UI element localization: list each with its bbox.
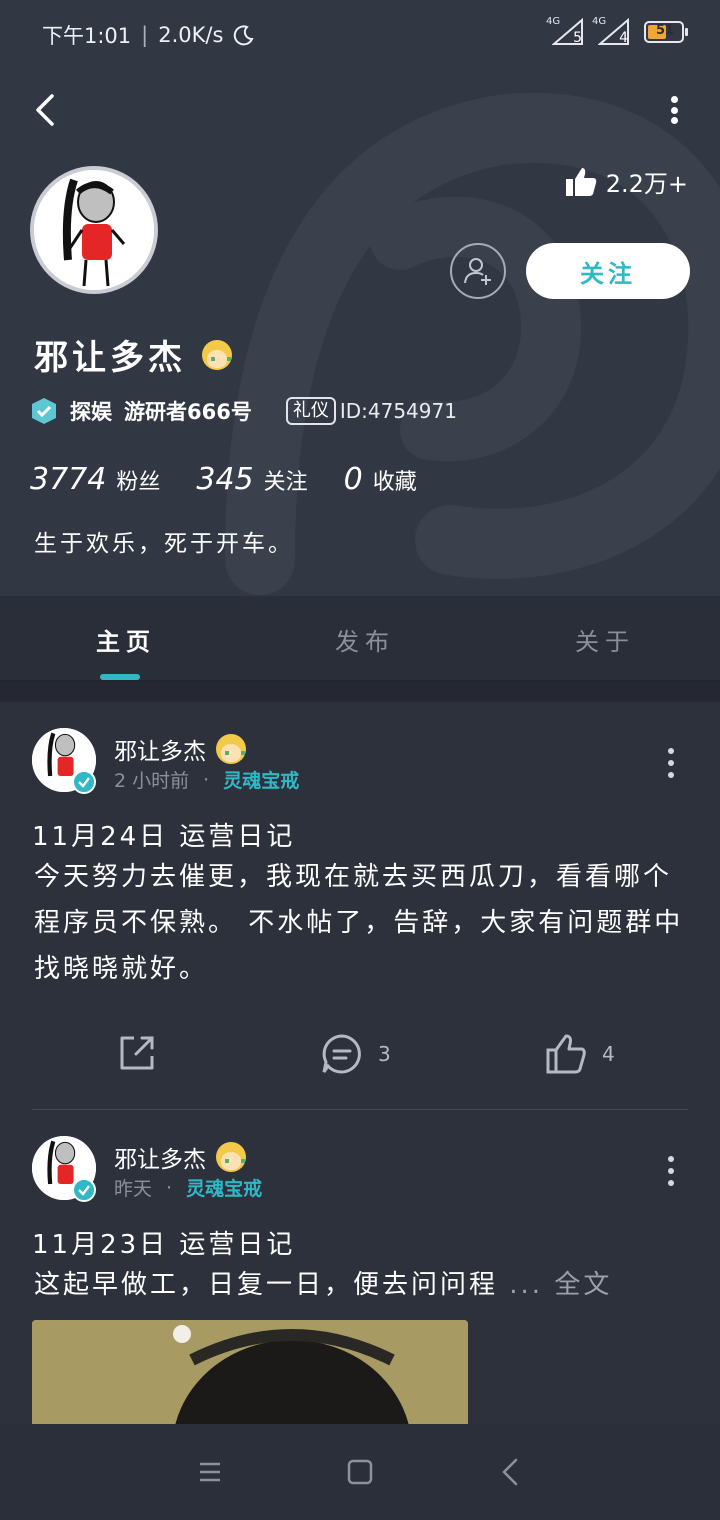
dot-icon: [670, 96, 678, 103]
followers-label[interactable]: 粉丝: [116, 464, 160, 496]
photo-thumbnail-image: [32, 1320, 468, 1424]
post-image[interactable]: [32, 1320, 468, 1424]
profile-tabs: 主页 发布 关于: [0, 596, 720, 682]
status-separator: |: [141, 23, 149, 47]
meta-separator: ·: [166, 1176, 173, 1199]
followers-count[interactable]: 3774: [30, 462, 106, 497]
system-back-button[interactable]: [494, 1454, 530, 1490]
following-count[interactable]: 345: [196, 462, 253, 497]
post-meta: 2 小时前 · 灵魂宝戒: [114, 766, 299, 793]
post-author[interactable]: 邪让多杰: [114, 1140, 206, 1174]
like-count: 4: [602, 1042, 615, 1066]
post-card[interactable]: 邪让多杰 昨天 · 灵魂宝戒 11月23日 运营日记 这起早做工，日复一日，便去…: [0, 1110, 720, 1424]
post-ring-tag[interactable]: 灵魂宝戒: [223, 766, 299, 793]
back-button[interactable]: [24, 88, 68, 132]
post-more-button[interactable]: [666, 748, 676, 778]
signal-sim2-icon: 4G 4: [592, 16, 629, 46]
signal-sim1-icon: 4G 5: [546, 16, 583, 46]
menu-button[interactable]: [192, 1454, 228, 1490]
moon-icon: [234, 25, 254, 46]
username-row: 邪让多杰: [34, 330, 232, 379]
profile-avatar[interactable]: [30, 166, 158, 294]
following-label[interactable]: 关注: [264, 464, 308, 496]
tab-home[interactable]: 主页: [96, 622, 156, 657]
post-author-row: 邪让多杰: [114, 1140, 246, 1174]
favorites-label[interactable]: 收藏: [373, 464, 417, 496]
post-feed: 邪让多杰 2 小时前 · 灵魂宝戒 11月24日 运营日记 今天努力去催更，我现…: [0, 702, 720, 1424]
chevron-left-icon: [36, 94, 54, 126]
profile-header: 下午1:01 | 2.0K/s 4G 5 4G 4 51 2.2万+ 关注 邪让…: [0, 0, 720, 596]
status-time: 下午1:01: [42, 24, 132, 48]
add-friend-button[interactable]: [450, 243, 506, 299]
watermark-logo: [225, 93, 720, 595]
character-badge-icon: [216, 1142, 246, 1172]
share-button[interactable]: [116, 1032, 158, 1074]
post-body-preview[interactable]: 这起早做工，日复一日，便去问问程 ... 全文: [34, 1262, 694, 1308]
status-net-speed: 2.0K/s: [158, 23, 224, 47]
like-button[interactable]: 4: [544, 1032, 615, 1076]
post-author[interactable]: 邪让多杰: [114, 732, 206, 766]
cert-description: 游研者666号: [124, 400, 252, 424]
favorites-count[interactable]: 0: [344, 462, 363, 497]
battery-icon: 51: [644, 21, 688, 43]
certification-row: 探娱 游研者666号 礼仪 ID:4754971: [30, 396, 457, 426]
home-square-icon: [347, 1459, 373, 1485]
post-author-row: 邪让多杰: [114, 732, 246, 766]
profile-bio: 生于欢乐，死于开车。: [34, 531, 294, 557]
status-bar: 下午1:01 | 2.0K/s 4G 5 4G 4 51: [0, 0, 720, 70]
thumbs-up-icon: [546, 1034, 586, 1074]
comment-count: 3: [378, 1042, 391, 1066]
menu-icon: [200, 1462, 220, 1482]
tab-posts[interactable]: 发布: [335, 622, 395, 657]
verified-shield-icon: [32, 398, 56, 424]
avatar-cartoon-image: [34, 170, 154, 290]
comment-icon: [322, 1034, 361, 1074]
meta-separator: ·: [203, 768, 210, 791]
add-user-icon: [464, 258, 491, 285]
stats-row: 3774 粉丝 345 关注 0 收藏: [30, 462, 443, 497]
username: 邪让多杰: [34, 338, 186, 378]
likes-count: 2.2万+: [564, 164, 688, 199]
dot-icon: [670, 106, 678, 114]
post-title: 11月23日 运营日记: [32, 1230, 296, 1260]
post-ring-tag[interactable]: 灵魂宝戒: [186, 1174, 262, 1201]
cert-title: 探娱: [70, 400, 112, 424]
user-id: ID:4754971: [339, 399, 457, 423]
post-title: 11月24日 运营日记: [32, 822, 296, 852]
character-badge-icon: [202, 339, 232, 370]
post-more-button[interactable]: [666, 1156, 676, 1186]
system-navigation-bar: [0, 1424, 720, 1520]
post-time: 昨天: [114, 1178, 153, 1200]
verified-badge-icon: [72, 1178, 96, 1202]
thumbs-up-icon: [565, 167, 596, 196]
verified-badge-icon: [72, 770, 96, 794]
comment-button[interactable]: 3: [320, 1032, 391, 1076]
character-badge-icon: [216, 734, 246, 764]
more-options-button[interactable]: [664, 92, 684, 128]
active-tab-indicator: [100, 674, 140, 680]
share-icon: [120, 1036, 154, 1070]
read-more-link[interactable]: ... 全文: [509, 1270, 612, 1300]
post-actions: 3 4: [0, 1032, 720, 1082]
post-body[interactable]: 今天努力去催更，我现在就去买西瓜刀，看看哪个程序员不保熟。 不水帖了，告辞，大家…: [34, 854, 694, 992]
post-meta: 昨天 · 灵魂宝戒: [114, 1174, 262, 1201]
dot-icon: [670, 117, 678, 124]
etiquette-tag[interactable]: 礼仪: [285, 397, 336, 425]
chevron-left-icon: [502, 1458, 518, 1486]
post-time: 2 小时前: [114, 770, 190, 792]
post-card[interactable]: 邪让多杰 2 小时前 · 灵魂宝戒 11月24日 运营日记 今天努力去催更，我现…: [0, 702, 720, 1110]
home-button[interactable]: [342, 1454, 378, 1490]
tab-about[interactable]: 关于: [575, 622, 635, 657]
follow-button[interactable]: 关注: [526, 243, 690, 299]
post-body-text: 这起早做工，日复一日，便去问问程: [34, 1270, 499, 1300]
